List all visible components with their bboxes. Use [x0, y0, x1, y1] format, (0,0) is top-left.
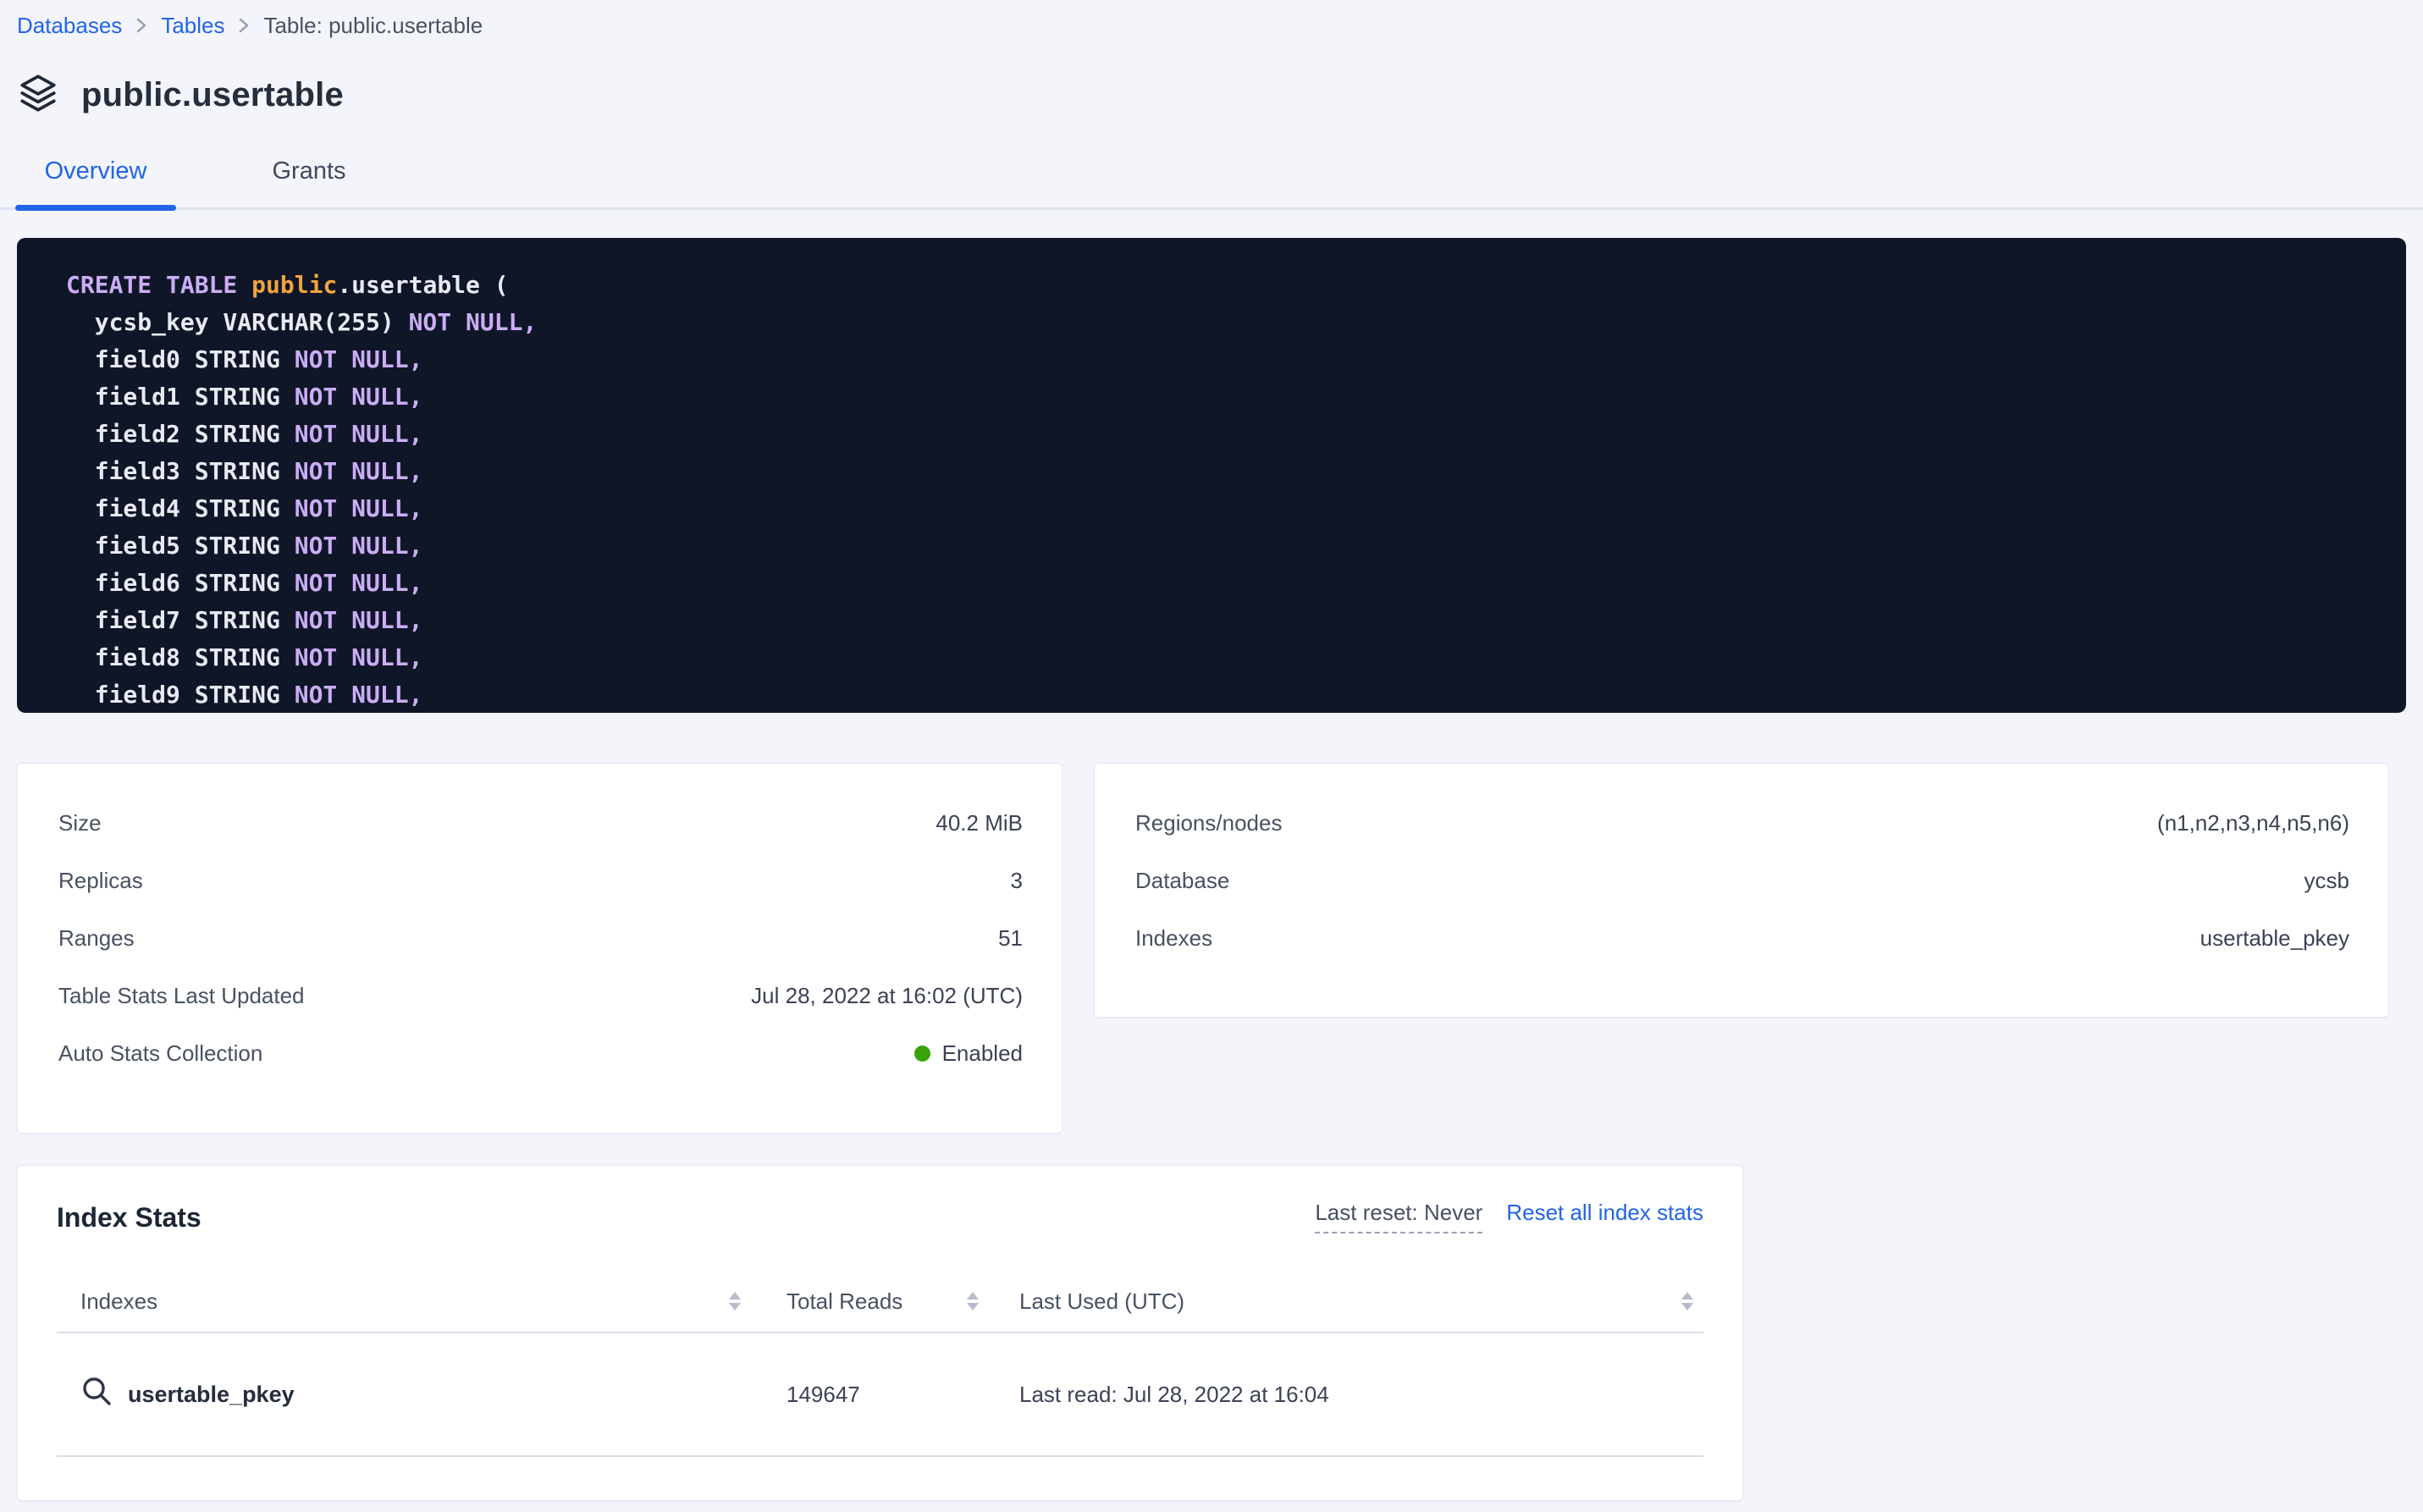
- stat-row-auto-stats: Auto Stats Collection Enabled: [58, 1024, 1023, 1082]
- sql-line: field3 STRING NOT NULL,: [66, 453, 2372, 490]
- stat-value: (n1,n2,n3,n4,n5,n6): [2157, 810, 2349, 836]
- chevron-right-icon: [238, 16, 250, 35]
- stat-label: Database: [1135, 868, 1229, 894]
- page-title: public.usertable: [81, 76, 344, 114]
- stat-value: 51: [998, 925, 1023, 952]
- stat-label: Auto Stats Collection: [58, 1040, 262, 1067]
- magnifier-icon: [80, 1375, 114, 1415]
- create-table-sql-block: CREATE TABLE public.usertable ( ycsb_key…: [17, 238, 2406, 713]
- sql-line: field9 STRING NOT NULL,: [66, 676, 2372, 713]
- index-name: usertable_pkey: [128, 1382, 295, 1408]
- table-details-card: Size 40.2 MiB Replicas 3 Ranges 51 Table…: [17, 763, 1062, 1134]
- index-table-header: Indexes Total Reads Last Used (UTC): [57, 1271, 1703, 1333]
- column-header-last-used[interactable]: Last Used (UTC): [1019, 1289, 1184, 1315]
- sql-line: field4 STRING NOT NULL,: [66, 490, 2372, 527]
- status-enabled-dot: [914, 1046, 930, 1062]
- sort-caret-icon[interactable]: [1680, 1290, 1695, 1312]
- stat-row-regions: Regions/nodes (n1,n2,n3,n4,n5,n6): [1135, 794, 2349, 852]
- tab-grants[interactable]: Grants: [254, 157, 364, 207]
- sql-line: CREATE TABLE public.usertable (: [66, 267, 2372, 304]
- stat-row-stats-updated: Table Stats Last Updated Jul 28, 2022 at…: [58, 967, 1023, 1024]
- stat-label: Regions/nodes: [1135, 810, 1282, 836]
- breadcrumb-current: Table: public.usertable: [263, 13, 483, 39]
- stat-row-database: Database ycsb: [1135, 852, 2349, 909]
- sql-line: field0 STRING NOT NULL,: [66, 341, 2372, 378]
- sql-line: field1 STRING NOT NULL,: [66, 378, 2372, 416]
- table-stack-icon: [17, 72, 59, 119]
- column-header-total-reads[interactable]: Total Reads: [787, 1289, 902, 1315]
- last-used-value: Last read: Jul 28, 2022 at 16:04: [1019, 1382, 1329, 1408]
- stat-value: 3: [1011, 868, 1023, 894]
- stat-label: Size: [58, 810, 102, 836]
- stat-row-indexes: Indexes usertable_pkey: [1135, 909, 2349, 967]
- index-name-cell[interactable]: usertable_pkey: [80, 1375, 295, 1415]
- sql-line: ycsb_key VARCHAR(255) NOT NULL,: [66, 304, 2372, 341]
- breadcrumb-link-databases[interactable]: Databases: [17, 13, 122, 39]
- table-location-card: Regions/nodes (n1,n2,n3,n4,n5,n6) Databa…: [1094, 763, 2389, 1018]
- sql-line: field2 STRING NOT NULL,: [66, 416, 2372, 453]
- stat-label: Replicas: [58, 868, 143, 894]
- tab-overview[interactable]: Overview: [15, 157, 176, 207]
- stat-row-size: Size 40.2 MiB: [58, 794, 1023, 852]
- status-text: Enabled: [942, 1040, 1023, 1067]
- stat-row-ranges: Ranges 51: [58, 909, 1023, 967]
- column-header-indexes[interactable]: Indexes: [80, 1289, 157, 1315]
- index-stats-table: Indexes Total Reads Last Used (UTC): [57, 1271, 1703, 1457]
- sql-line: field6 STRING NOT NULL,: [66, 565, 2372, 602]
- last-reset-label[interactable]: Last reset: Never: [1315, 1200, 1482, 1233]
- sql-line: field7 STRING NOT NULL,: [66, 602, 2372, 639]
- sql-line: field8 STRING NOT NULL,: [66, 639, 2372, 676]
- sort-caret-icon[interactable]: [727, 1290, 742, 1312]
- stat-value: Jul 28, 2022 at 16:02 (UTC): [751, 983, 1023, 1009]
- stat-value: 40.2 MiB: [936, 810, 1023, 836]
- total-reads-value: 149647: [787, 1382, 860, 1408]
- index-stats-title: Index Stats: [57, 1202, 201, 1233]
- stat-value: usertable_pkey: [2200, 925, 2349, 952]
- sort-caret-icon[interactable]: [965, 1290, 980, 1312]
- stat-row-replicas: Replicas 3: [58, 852, 1023, 909]
- breadcrumb-link-tables[interactable]: Tables: [161, 13, 224, 39]
- stat-label: Table Stats Last Updated: [58, 983, 305, 1009]
- overview-stats: Size 40.2 MiB Replicas 3 Ranges 51 Table…: [17, 763, 2406, 1134]
- status-value: Enabled: [914, 1040, 1023, 1067]
- breadcrumb: Databases Tables Table: public.usertable: [0, 0, 2423, 41]
- stat-label: Ranges: [58, 925, 135, 952]
- stat-label: Indexes: [1135, 925, 1212, 952]
- reset-index-stats-link[interactable]: Reset all index stats: [1506, 1200, 1703, 1226]
- tab-bar: Overview Grants: [0, 157, 2423, 210]
- page-header: public.usertable: [0, 71, 2423, 119]
- chevron-right-icon: [135, 16, 147, 35]
- index-table-row[interactable]: usertable_pkey 149647 Last read: Jul 28,…: [57, 1333, 1703, 1457]
- index-stats-card: Index Stats Last reset: Never Reset all …: [17, 1165, 1743, 1501]
- sql-line: field5 STRING NOT NULL,: [66, 527, 2372, 565]
- stat-value: ycsb: [2304, 868, 2349, 894]
